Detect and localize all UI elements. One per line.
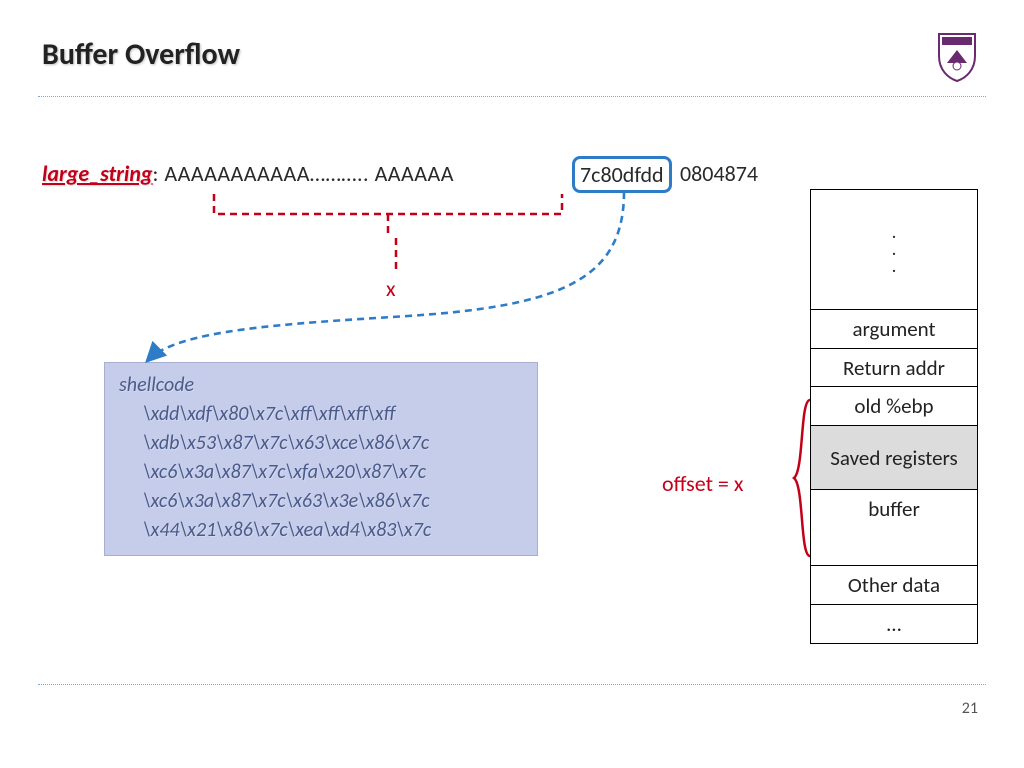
- stack-cell-return-addr: Return addr: [810, 348, 978, 388]
- highlighted-address-box: 7c80dfdd: [572, 156, 672, 193]
- stack-cell-buffer: buffer: [810, 489, 978, 529]
- shellcode-block: shellcode \xdd\xdf\x80\x7c\xff\xff\xff\x…: [104, 362, 538, 556]
- university-shield-logo: [936, 30, 978, 82]
- stack-cell-gap: [810, 528, 978, 567]
- x-label: x: [386, 275, 396, 302]
- large-string-prefix: AAAAAAAAAAA……….. AAAAAA: [164, 160, 454, 187]
- shellcode-line: \xc6\x3a\x87\x7c\xfa\x20\x87\x7c: [143, 458, 523, 487]
- stack-cell-other-data: Other data: [810, 565, 978, 605]
- shellcode-heading: shellcode: [119, 371, 523, 400]
- shellcode-line: \xdb\x53\x87\x7c\x63\xce\x86\x7c: [143, 429, 523, 458]
- stack-cell-argument: argument: [810, 309, 978, 349]
- shellcode-line: \xdd\xdf\x80\x7c\xff\xff\xff\xff: [143, 400, 523, 429]
- page-number: 21: [962, 699, 978, 718]
- offset-label: offset = x: [662, 470, 743, 497]
- stack-diagram: . . . argument Return addr old %ebp Save…: [810, 190, 978, 644]
- large-string-line: large_string: AAAAAAAAAAA……….. AAAAAA: [42, 160, 454, 187]
- divider-bottom: [38, 684, 986, 685]
- stack-cell-old-ebp: old %ebp: [810, 386, 978, 426]
- large-string-suffix: 0804874: [680, 160, 758, 187]
- large-string-colon: :: [153, 160, 165, 187]
- stack-cell-ellipsis: …: [810, 604, 978, 644]
- shellcode-line: \x44\x21\x86\x7c\xea\xd4\x83\x7c: [143, 516, 523, 545]
- stack-cell-saved-registers: Saved registers: [810, 425, 978, 491]
- offset-bracket: [792, 398, 812, 558]
- stack-cell-dots: . . .: [810, 189, 978, 311]
- slide-title: Buffer Overflow: [42, 36, 240, 73]
- large-string-label: large_string: [42, 160, 153, 187]
- shellcode-line: \xc6\x3a\x87\x7c\x63\x3e\x86\x7c: [143, 487, 523, 516]
- divider-top: [38, 96, 986, 97]
